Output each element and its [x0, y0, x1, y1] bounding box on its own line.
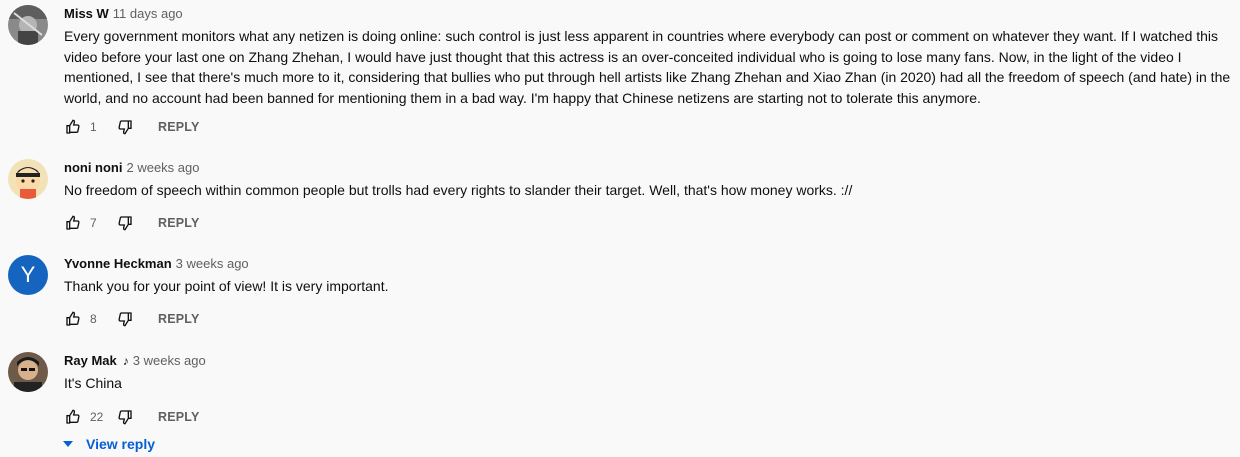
comment-actions: 22 REPLY: [64, 407, 200, 427]
avatar[interactable]: Y: [8, 255, 48, 295]
like-button[interactable]: [64, 214, 82, 232]
comment-actions: 8 REPLY: [64, 309, 200, 329]
comment-text: Thank you for your point of view! It is …: [64, 278, 389, 294]
comment-time[interactable]: 3 weeks ago: [176, 256, 249, 271]
author-name[interactable]: Ray Mak: [64, 353, 117, 368]
dislike-button[interactable]: [116, 214, 134, 232]
comment-actions: 1 REPLY: [64, 117, 200, 137]
reply-button[interactable]: REPLY: [158, 216, 200, 230]
reply-button[interactable]: REPLY: [158, 120, 200, 134]
avatar-letter: Y: [20, 262, 36, 287]
thumb-down-icon: [118, 216, 132, 231]
comment-meta: Miss W 11 days ago: [64, 5, 1232, 23]
thumb-up-icon: [66, 215, 80, 230]
author-name[interactable]: Yvonne Heckman: [64, 256, 172, 271]
avatar[interactable]: [8, 5, 48, 45]
music-note-icon: ♪: [122, 354, 129, 368]
author-name[interactable]: Miss W: [64, 6, 109, 21]
comment-time[interactable]: 3 weeks ago: [133, 353, 206, 368]
caret-down-icon: [63, 441, 73, 447]
reply-button[interactable]: REPLY: [158, 410, 200, 424]
view-reply-button[interactable]: View reply: [62, 436, 155, 452]
like-button[interactable]: [64, 118, 82, 136]
comment-text: Every government monitors what any netiz…: [64, 28, 1231, 106]
comment-text: It's China: [64, 375, 122, 391]
author-name[interactable]: noni noni: [64, 160, 122, 175]
thumb-down-icon: [118, 312, 132, 327]
avatar[interactable]: [8, 352, 48, 392]
like-count: 7: [90, 216, 97, 230]
comment-time[interactable]: 2 weeks ago: [126, 160, 199, 175]
like-count: 22: [90, 410, 104, 424]
comment-meta: Ray Mak ♪ 3 weeks ago: [64, 352, 1232, 370]
comment-text: No freedom of speech within common peopl…: [64, 182, 853, 198]
dislike-button[interactable]: [116, 118, 134, 136]
thumb-down-icon: [118, 120, 132, 135]
like-button[interactable]: [64, 310, 82, 328]
like-count: 8: [90, 312, 97, 326]
dislike-button[interactable]: [116, 408, 134, 426]
comment-meta: noni noni 2 weeks ago: [64, 159, 1232, 177]
dislike-button[interactable]: [116, 310, 134, 328]
thumb-up-icon: [66, 311, 80, 326]
like-count: 1: [90, 120, 97, 134]
thumb-down-icon: [118, 410, 132, 425]
avatar[interactable]: [8, 159, 48, 199]
like-button[interactable]: [64, 408, 82, 426]
thumb-up-icon: [66, 409, 80, 424]
comment-time[interactable]: 11 days ago: [113, 6, 183, 21]
thumb-up-icon: [66, 119, 80, 134]
comment-actions: 7 REPLY: [64, 213, 200, 233]
comment-meta: Yvonne Heckman 3 weeks ago: [64, 255, 1232, 273]
reply-button[interactable]: REPLY: [158, 312, 200, 326]
view-reply-label: View reply: [86, 436, 156, 452]
